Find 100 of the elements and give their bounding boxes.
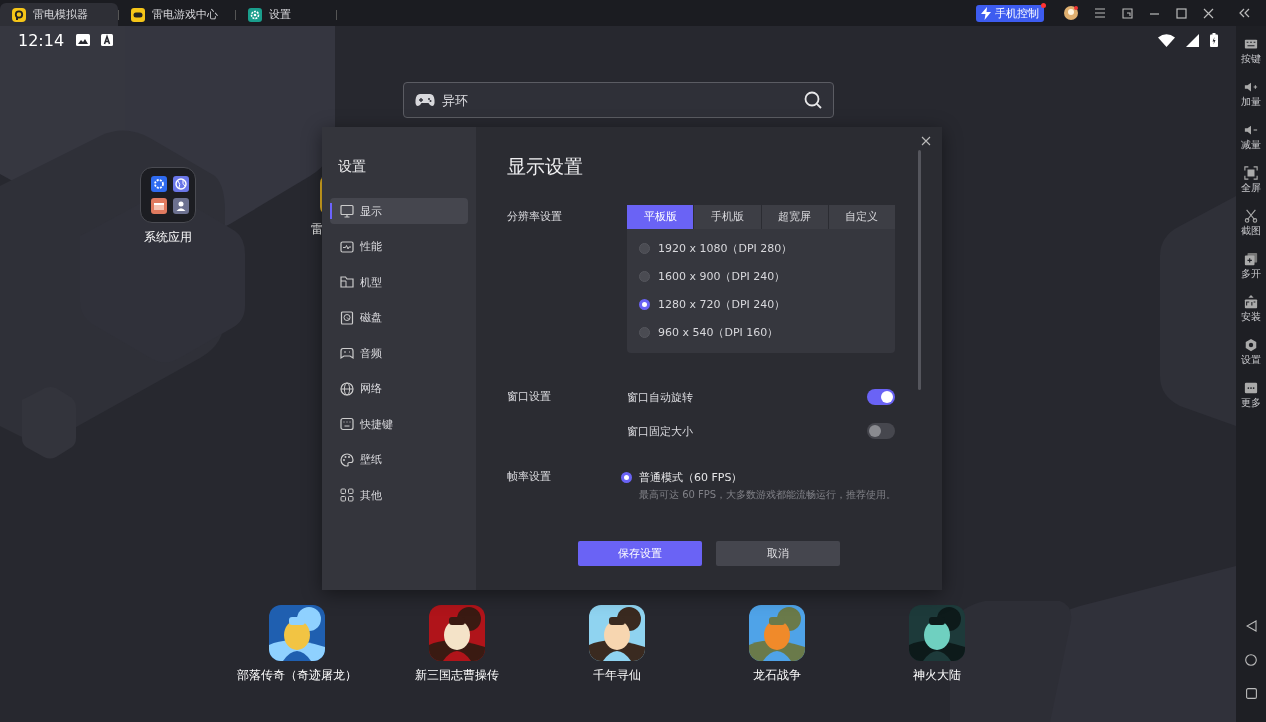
collapse-icon[interactable]: [1238, 8, 1250, 18]
wifi-icon: [1158, 33, 1175, 47]
option-label: 1920 x 1080（DPI 280）: [658, 240, 793, 256]
package-icon: [1244, 295, 1258, 309]
gear-icon: [248, 7, 262, 22]
tab[interactable]: 雷电游戏中心: [119, 3, 235, 26]
phone-control-button[interactable]: 手机控制: [976, 4, 1044, 22]
nav-item[interactable]: 性能: [330, 233, 468, 260]
radio-button[interactable]: [639, 326, 650, 338]
close-icon[interactable]: [1203, 7, 1214, 19]
settings-icon: [1244, 338, 1258, 352]
dialog-heading: 显示设置: [507, 154, 584, 179]
tab[interactable]: 雷电模拟器: [0, 3, 118, 26]
palette-icon: [340, 452, 354, 467]
mode-tab[interactable]: 超宽屏: [761, 205, 828, 229]
mode-tab[interactable]: 手机版: [694, 205, 761, 229]
toolbar-button[interactable]: 安装: [1236, 288, 1266, 331]
app-label: 系统应用: [144, 229, 192, 246]
keyboard-icon: [340, 417, 354, 431]
cancel-button[interactable]: 取消: [716, 541, 840, 566]
toggle-switch[interactable]: [867, 423, 895, 439]
toggle-switch[interactable]: [867, 389, 895, 405]
home-icon[interactable]: [1245, 654, 1257, 666]
close-icon[interactable]: [921, 136, 931, 146]
add-window-icon: [1244, 252, 1258, 266]
nav-item[interactable]: 快捷键: [330, 411, 468, 437]
toolbar-button[interactable]: 全屏: [1236, 159, 1266, 202]
toolbar-button[interactable]: 设置: [1236, 331, 1266, 374]
radio-button[interactable]: [639, 242, 650, 254]
sidebar-title: 设置: [337, 157, 367, 176]
toolbar-button[interactable]: 减量: [1236, 116, 1266, 159]
nav-item[interactable]: 网络: [330, 375, 468, 402]
recents-icon[interactable]: [1245, 688, 1257, 699]
lightning-icon: [981, 6, 991, 20]
gear-icon: [151, 176, 167, 192]
grid-icon: [340, 488, 354, 502]
search-field[interactable]: 异环: [403, 82, 834, 118]
pulse-icon: [340, 239, 354, 254]
switch-label: 窗口自动旋转: [627, 389, 693, 405]
option-label: 1600 x 900（DPI 240）: [658, 268, 786, 284]
toolbar-button[interactable]: 更多: [1236, 374, 1266, 417]
window-icon[interactable]: [1122, 7, 1133, 19]
radio-button[interactable]: [639, 298, 650, 310]
folder-icon: [151, 198, 167, 214]
switch-label: 窗口固定大小: [627, 423, 693, 439]
back-icon[interactable]: [1245, 620, 1257, 632]
maximize-icon[interactable]: [1176, 7, 1187, 19]
keyboard-icon: [1244, 37, 1258, 51]
more-icon: [1244, 381, 1258, 395]
nav-item[interactable]: 显示: [330, 198, 468, 224]
option-description: 最高可达 60 FPS，大多数游戏都能流畅运行，推荐使用。: [639, 488, 898, 502]
globe-icon: [340, 381, 354, 396]
section-label: 分辨率设置: [507, 209, 563, 225]
tab[interactable]: 设置: [236, 3, 336, 26]
volume-up-icon: [1244, 80, 1258, 94]
app-label: 雷: [311, 221, 323, 238]
fullscreen-icon: [1244, 166, 1258, 180]
option-label: 普通模式（60 FPS）: [639, 469, 743, 485]
app-label: 龙石战争: [753, 667, 801, 684]
radio-button[interactable]: [621, 471, 632, 483]
notification-dot: [1041, 2, 1046, 8]
scissors-icon: [1244, 209, 1258, 223]
save-button[interactable]: 保存设置: [578, 541, 702, 566]
toolbar-button[interactable]: 多开: [1236, 245, 1266, 288]
gamepad-icon: [415, 93, 435, 107]
nav-item[interactable]: 机型: [330, 269, 468, 295]
toolbar-button[interactable]: 按键: [1236, 30, 1266, 73]
app-label: 千年寻仙: [593, 667, 641, 684]
toolbar-button[interactable]: 加量: [1236, 73, 1266, 116]
radio-button[interactable]: [639, 270, 650, 282]
folder-icon: [340, 275, 354, 289]
nav-item[interactable]: 音频: [330, 340, 468, 366]
person-icon: [173, 198, 189, 214]
monitor-icon: [340, 204, 354, 218]
nav-item[interactable]: 其他: [330, 482, 468, 508]
search-icon: [804, 91, 822, 109]
app-label: 新三国志曹操传: [415, 667, 499, 684]
option-label: 960 x 540（DPI 160）: [658, 324, 779, 340]
menu-icon[interactable]: [1094, 8, 1106, 18]
app-label: 部落传奇（奇迹屠龙）: [237, 667, 357, 684]
scrollbar[interactable]: [918, 150, 921, 390]
nav-item[interactable]: 壁纸: [330, 446, 468, 473]
gamepad-icon: [340, 346, 354, 360]
avatar-icon[interactable]: [1064, 6, 1078, 20]
section-label: 帧率设置: [507, 469, 552, 485]
text-icon: [101, 34, 114, 46]
globe-icon: [173, 176, 189, 192]
mode-tab[interactable]: 平板版: [627, 205, 694, 229]
app-label: 神火大陆: [913, 667, 961, 684]
gamepad-icon: [131, 7, 145, 22]
app-folder[interactable]: [140, 167, 196, 223]
signal-icon: [1186, 33, 1199, 47]
volume-down-icon: [1244, 123, 1258, 137]
nav-item[interactable]: 磁盘: [330, 304, 468, 331]
mode-tab[interactable]: 自定义: [828, 205, 895, 229]
toolbar-button[interactable]: 截图: [1236, 202, 1266, 245]
section-label: 窗口设置: [507, 389, 552, 405]
battery-icon: [1210, 33, 1218, 47]
logo-icon: [12, 7, 26, 22]
clock: 12:14: [18, 30, 65, 50]
